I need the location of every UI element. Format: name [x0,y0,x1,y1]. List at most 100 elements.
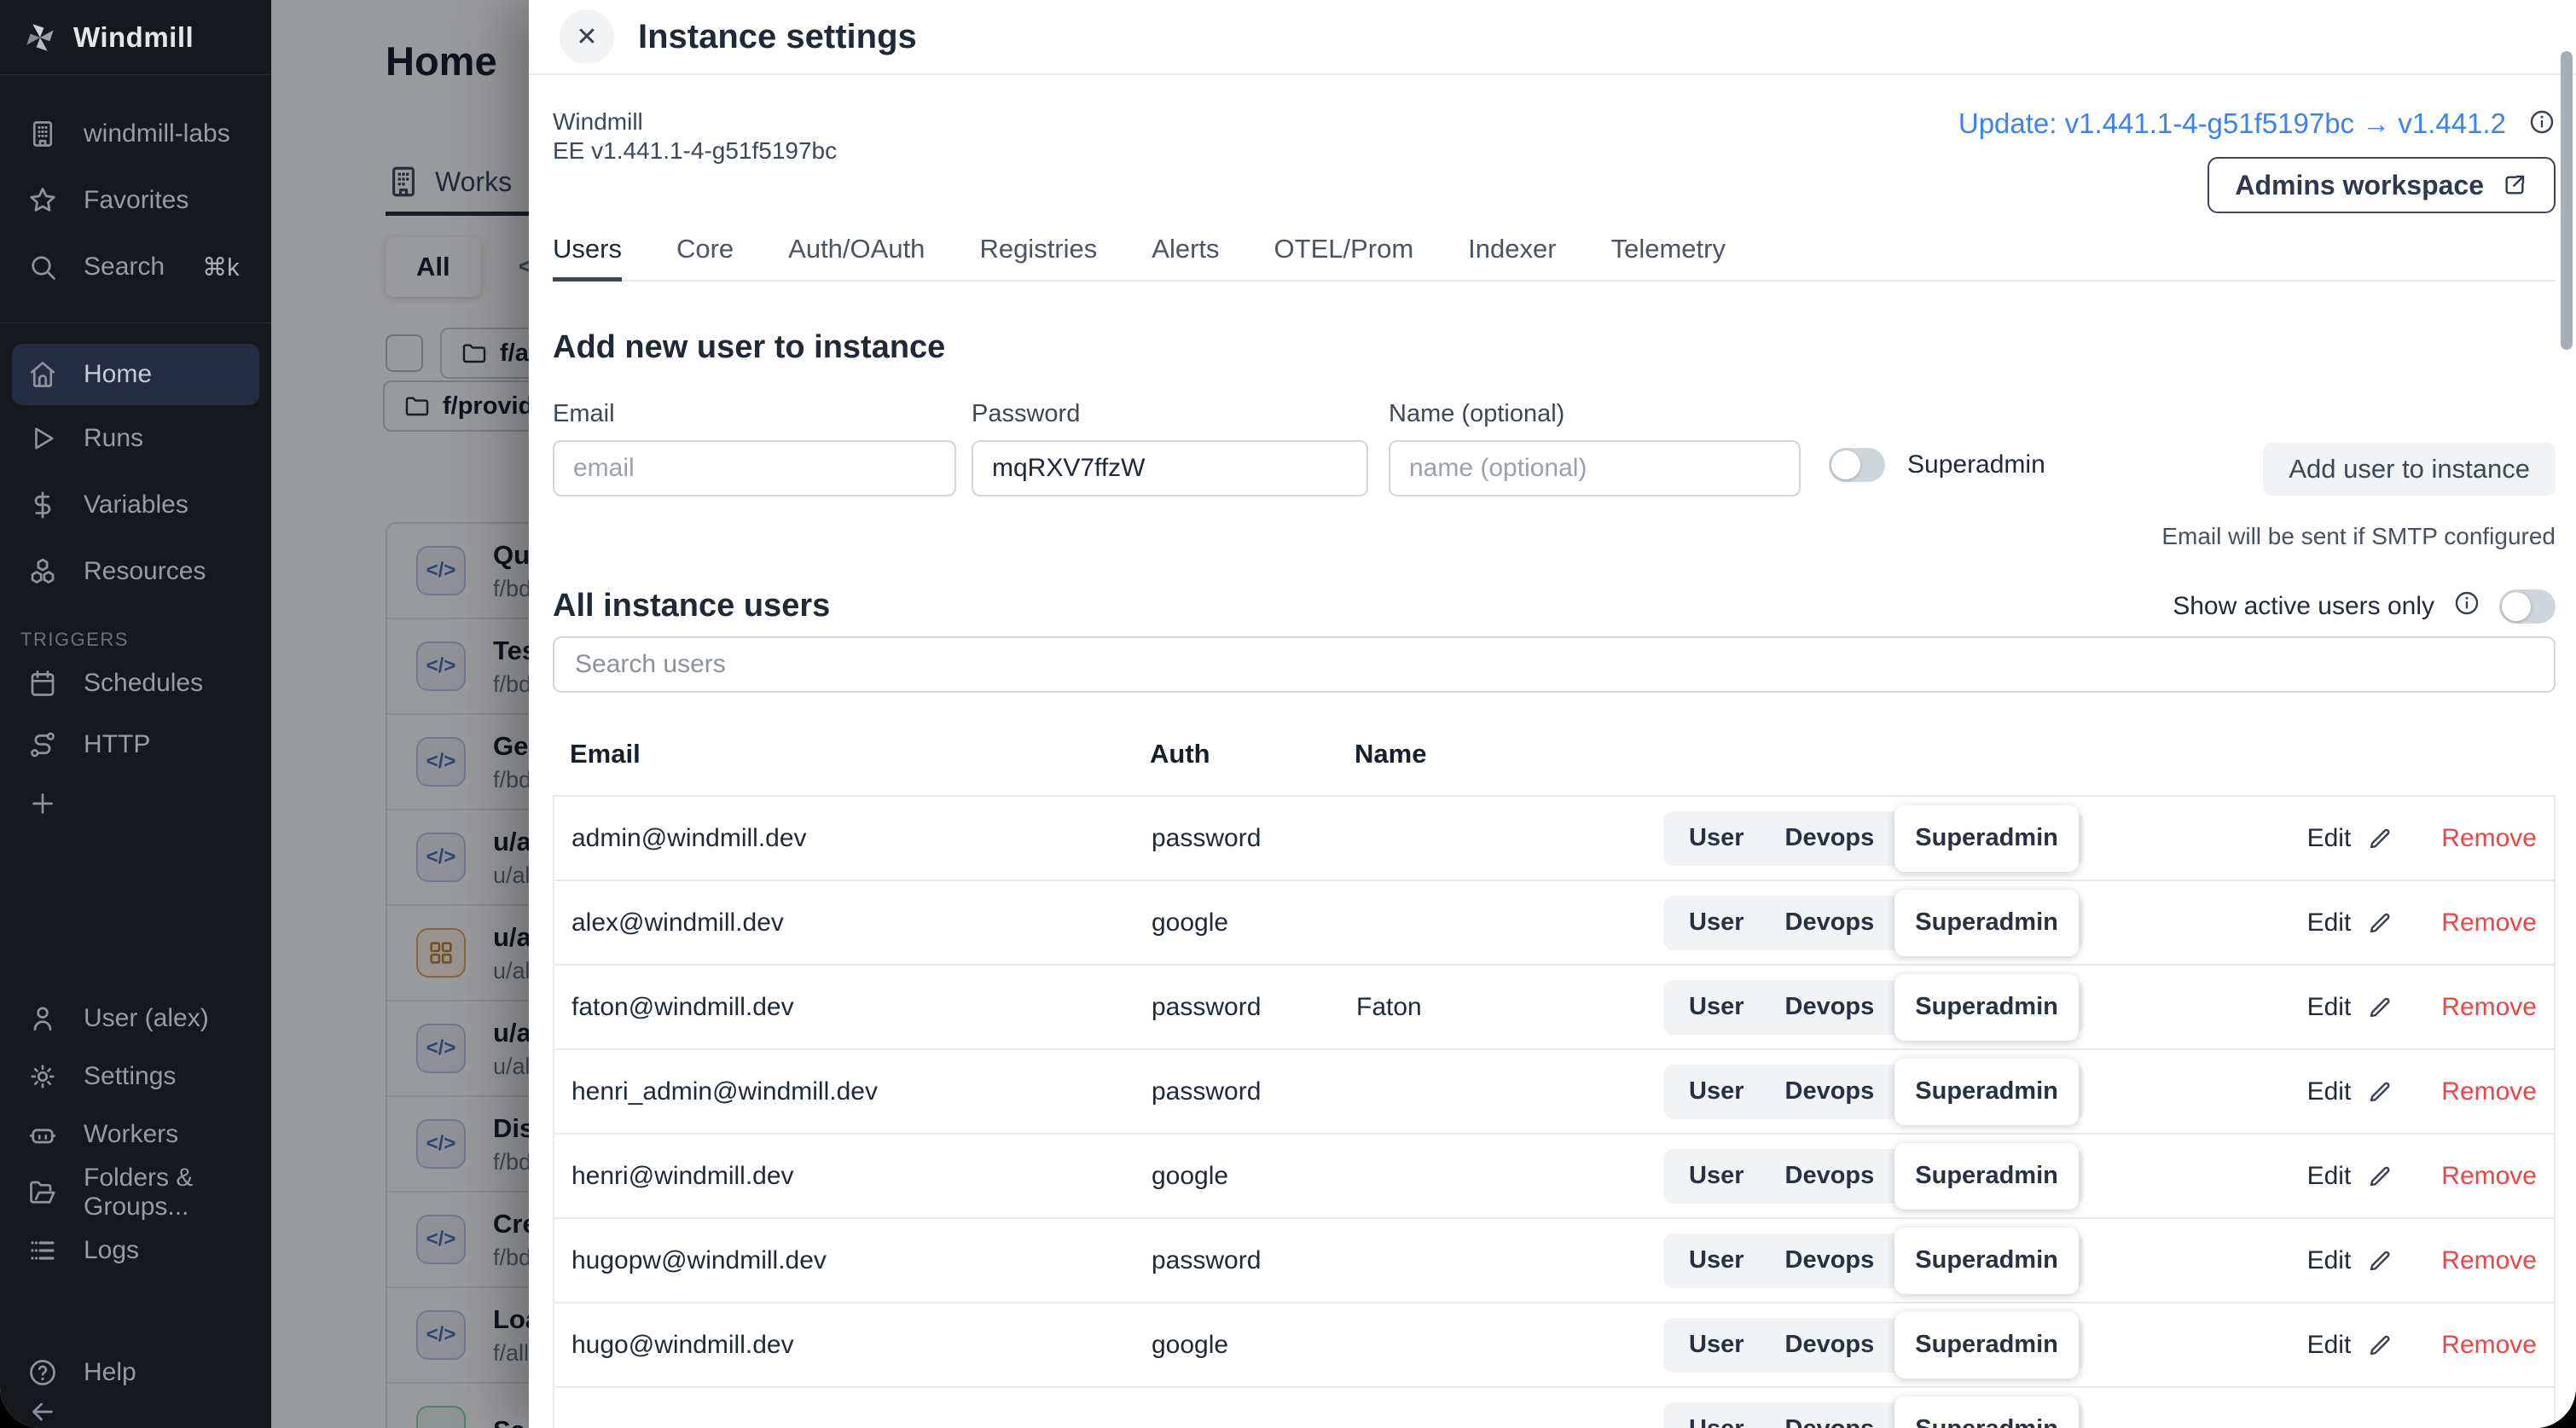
robot-icon [27,1119,58,1150]
remove-button[interactable]: Remove [2441,1331,2537,1360]
add-user-button[interactable]: Add user to instance [2263,443,2556,496]
edit-button[interactable]: Edit [2307,1162,2394,1191]
admins-workspace-label: Admins workspace [2235,170,2484,201]
remove-button[interactable]: Remove [2441,993,2537,1022]
remove-button[interactable]: Remove [2441,1162,2537,1191]
role-devops[interactable]: Devops [1765,1415,1895,1428]
version-block: Windmill EE v1.441.1-4-g51f5197bc [553,107,837,165]
role-superadmin[interactable]: Superadmin [1894,1059,2079,1125]
role-user[interactable]: User [1668,1331,1765,1359]
sidebar-item-folders-groups[interactable]: Folders & Groups... [0,1164,271,1222]
edit-button[interactable]: Edit [2307,993,2394,1022]
edit-button[interactable]: Edit [2307,1246,2394,1275]
role-user[interactable]: User [1668,1246,1765,1274]
remove-button[interactable]: Remove [2441,1246,2537,1275]
role-user[interactable]: User [1668,1162,1765,1190]
role-devops[interactable]: Devops [1765,824,1895,852]
sidebar-item-workers[interactable]: Workers [0,1106,271,1164]
role-devops[interactable]: Devops [1765,1246,1895,1274]
sidebar-item-home[interactable]: Home [12,344,259,405]
role-segmented-control: User Devops Superadmin [1663,811,2084,866]
tab-users[interactable]: Users [553,234,622,280]
role-devops[interactable]: Devops [1765,1331,1895,1359]
app-name: Windmill [553,107,837,136]
role-superadmin[interactable]: Superadmin [1894,805,2079,872]
sidebar-item-user[interactable]: User (alex) [0,990,271,1048]
superadmin-toggle[interactable] [1829,448,1885,482]
search-users-input[interactable] [553,636,2556,693]
tab-registries[interactable]: Registries [979,234,1097,280]
sidebar-item-schedules[interactable]: Schedules [0,653,271,714]
sidebar-item-help[interactable]: Help [0,1352,271,1393]
role-user[interactable]: User [1668,993,1765,1021]
calendar-icon [27,668,58,699]
folder-open-icon [27,1177,58,1208]
role-user[interactable]: User [1668,1415,1765,1428]
role-user[interactable]: User [1668,824,1765,852]
add-trigger-button[interactable] [0,775,271,832]
brand[interactable]: Windmill [0,0,271,75]
route-icon [27,729,58,760]
role-superadmin[interactable]: Superadmin [1894,1396,2079,1428]
role-superadmin[interactable]: Superadmin [1894,1143,2079,1210]
external-link-icon [2501,171,2528,199]
sidebar-item-http[interactable]: HTTP [0,714,271,775]
edit-button[interactable]: Edit [2307,1077,2394,1106]
sidebar-item-variables[interactable]: Variables [0,472,271,538]
modal-title: Instance settings [638,18,917,56]
tab-indexer[interactable]: Indexer [1468,234,1556,280]
tab-auth-oauth[interactable]: Auth/OAuth [788,234,925,280]
role-devops[interactable]: Devops [1765,1162,1895,1190]
role-user[interactable]: User [1668,908,1765,937]
sidebar-bottom-group: User (alex) Settings Workers Folders & G… [0,990,271,1280]
sidebar-item-settings[interactable]: Settings [0,1048,271,1106]
star-icon [27,185,58,216]
admins-workspace-button[interactable]: Admins workspace [2208,157,2556,213]
dollar-icon [27,490,58,520]
user-auth: google [1152,1162,1356,1191]
remove-button[interactable]: Remove [2441,824,2537,853]
add-user-form: Email Password Name (optional) Superadmi… [553,400,2556,550]
info-icon[interactable] [2528,108,2556,140]
role-superadmin[interactable]: Superadmin [1894,1312,2079,1379]
role-user[interactable]: User [1668,1077,1765,1106]
name-field[interactable] [1389,440,1801,496]
role-superadmin[interactable]: Superadmin [1894,974,2079,1041]
sidebar-item-label: Search [84,253,165,282]
password-field[interactable] [972,440,1368,496]
role-superadmin[interactable]: Superadmin [1894,1228,2079,1294]
sidebar-item-workspace[interactable]: windmill-labs [0,101,271,167]
email-field[interactable] [553,440,956,496]
tab-telemetry[interactable]: Telemetry [1611,234,1726,280]
tab-core[interactable]: Core [676,234,734,280]
role-devops[interactable]: Devops [1765,908,1895,937]
role-devops[interactable]: Devops [1765,1077,1895,1106]
tab-otel-prom[interactable]: OTEL/Prom [1274,234,1414,280]
role-segmented-control: User Devops Superadmin [1663,896,2084,950]
info-icon[interactable] [2453,589,2480,624]
sidebar-item-logs[interactable]: Logs [0,1222,271,1280]
scrollbar-thumb[interactable] [2561,51,2573,350]
smtp-note: Email will be sent if SMTP configured [2161,523,2556,550]
close-icon[interactable]: ✕ [560,9,614,64]
remove-button[interactable]: Remove [2441,1077,2537,1106]
edit-button[interactable]: Edit [2307,824,2394,853]
update-link[interactable]: Update: v1.441.1-4-g51f5197bc → v1.441.2 [1958,107,2506,140]
role-superadmin[interactable]: Superadmin [1894,890,2079,956]
table-row: admin@windmill.dev password User Devops … [554,797,2554,881]
user-auth: password [1152,824,1356,853]
edit-button[interactable]: Edit [2307,1331,2394,1360]
sidebar-item-favorites[interactable]: Favorites [0,167,271,234]
sidebar-item-resources[interactable]: Resources [0,538,271,605]
remove-button[interactable]: Remove [2441,908,2537,937]
sidebar-item-search[interactable]: Search ⌘k [0,234,271,300]
name-label: Name (optional) [1389,400,1801,428]
table-row: henri@windmill.dev google User Devops Su… [554,1135,2554,1219]
sidebar-item-runs[interactable]: Runs [0,405,271,472]
collapse-sidebar-button[interactable] [0,1393,271,1428]
sidebar-item-label: Runs [84,424,143,453]
edit-button[interactable]: Edit [2307,908,2394,937]
role-devops[interactable]: Devops [1765,993,1895,1021]
tab-alerts[interactable]: Alerts [1152,234,1219,280]
show-active-toggle[interactable] [2499,589,2556,624]
